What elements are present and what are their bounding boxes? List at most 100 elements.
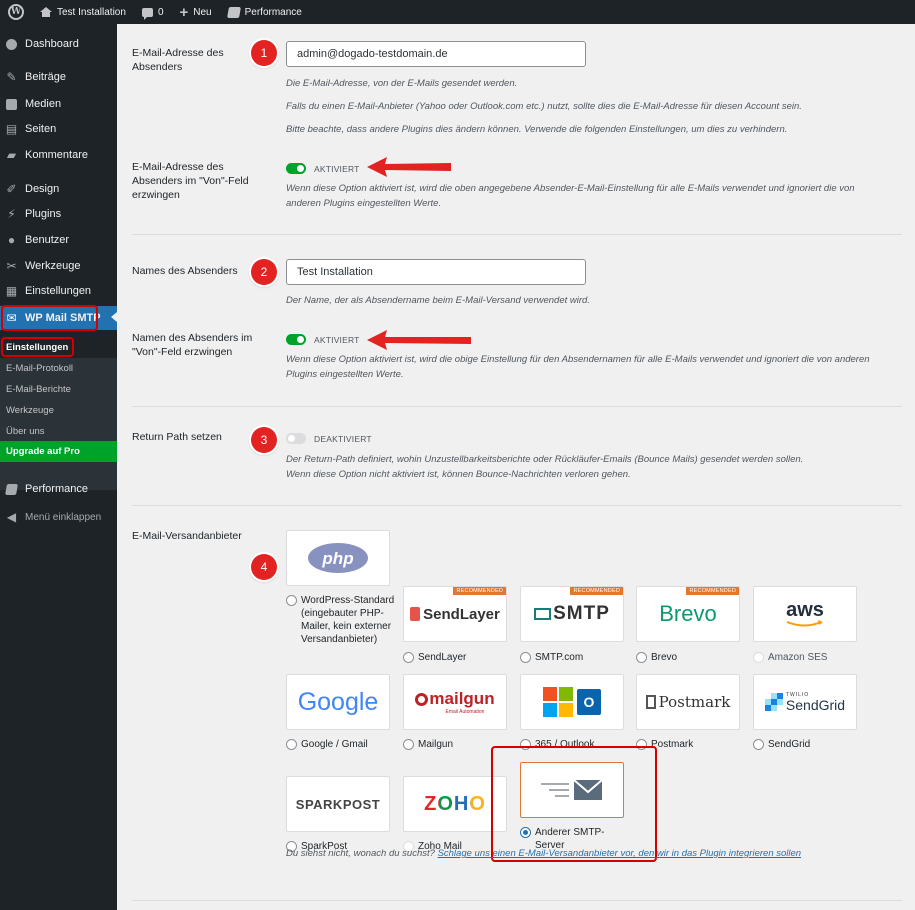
sidebar-item-posts[interactable]: ✎ Beiträge: [0, 66, 117, 88]
mailer-card-brevo[interactable]: RECOMMENDED Brevo: [636, 586, 740, 642]
mailer-card-mailgun[interactable]: mailgun Email Automation: [403, 674, 507, 730]
mailer-option-smtpcom[interactable]: SMTP.com: [520, 651, 583, 664]
sidebar-item-settings[interactable]: ▦ Einstellungen: [0, 280, 117, 302]
performance-link[interactable]: Performance: [220, 0, 310, 24]
comment-icon: [141, 7, 153, 20]
sendlayer-logo-icon: [410, 607, 421, 621]
separator: [132, 505, 902, 506]
force-email-state: AKTIVIERT: [314, 164, 360, 174]
submenu-item-email-reports[interactable]: E-Mail-Berichte: [6, 384, 71, 395]
mailer-card-amazon-ses[interactable]: aws: [753, 586, 857, 642]
submenu: [0, 358, 117, 490]
sidebar-item-design[interactable]: ✐ Design: [0, 178, 117, 200]
pin-icon: ✎: [6, 70, 17, 84]
annotation-arrow: [367, 157, 451, 177]
mailer-option-mailgun[interactable]: Mailgun: [403, 738, 453, 751]
separator: [132, 406, 902, 407]
force-email-desc: Wenn diese Option aktiviert ist, wird di…: [286, 183, 855, 209]
comments-count: 0: [157, 6, 164, 18]
mailer-card-google[interactable]: Google: [286, 674, 390, 730]
envelope-icon: [534, 608, 552, 620]
force-name-desc: Wenn diese Option aktiviert ist, wird di…: [286, 354, 870, 380]
from-name-input[interactable]: Test Installation: [286, 259, 586, 285]
mailer-card-sendgrid[interactable]: TWILIO SendGrid: [753, 674, 857, 730]
microsoft-logo-icon: [543, 687, 573, 717]
new-label: Neu: [193, 6, 212, 18]
highlight-box: [1, 305, 98, 331]
annotation-3: 3: [251, 427, 277, 453]
mailer-suggest-note: Du siehst nicht, wonach du suchst? Schla…: [286, 848, 802, 859]
php-logo-icon: php: [308, 543, 368, 573]
mailer-radio-sendgrid[interactable]: [753, 739, 764, 750]
comment-icon: ▰: [6, 148, 17, 162]
mailer-radio-sendlayer[interactable]: [403, 652, 414, 663]
mailer-radio-google[interactable]: [286, 739, 297, 750]
new-content-link[interactable]: + Neu: [172, 0, 220, 24]
mailer-card-sendlayer[interactable]: RECOMMENDED SendLayer: [403, 586, 507, 642]
brush-icon: ✐: [6, 182, 17, 196]
pages-icon: ▤: [5, 122, 18, 136]
force-email-label: E-Mail-Adresse des Absenders im "Von"-Fe…: [132, 161, 249, 201]
separator: [132, 234, 902, 235]
mailer-card-php[interactable]: php: [286, 530, 390, 586]
from-email-desc-3: Bitte beachte, dass andere Plugins dies …: [286, 124, 788, 135]
mailer-radio-php[interactable]: [286, 595, 297, 606]
mailer-option-sendlayer[interactable]: SendLayer: [403, 651, 466, 664]
sidebar-item-plugins[interactable]: ⚡ Plugins: [0, 203, 117, 225]
svg-text:php: php: [321, 549, 353, 568]
site-name-link[interactable]: Test Installation: [32, 0, 134, 24]
sendgrid-logo-icon: [764, 693, 783, 711]
return-path-state: DEAKTIVIERT: [314, 434, 372, 444]
upgrade-to-pro-link[interactable]: Upgrade auf Pro: [0, 441, 117, 462]
mailer-card-outlook[interactable]: O: [520, 674, 624, 730]
force-name-toggle[interactable]: [286, 334, 306, 345]
mailer-radio-amazon-ses[interactable]: [753, 652, 764, 663]
sidebar-item-performance[interactable]: Performance: [0, 478, 117, 500]
comments-link[interactable]: 0: [134, 0, 172, 24]
mailer-card-sparkpost[interactable]: SPARKPOST: [286, 776, 390, 832]
mailer-card-smtpcom[interactable]: RECOMMENDED SMTP: [520, 586, 624, 642]
from-email-label: E-Mail-Adresse des Absenders: [132, 47, 224, 73]
home-icon: [40, 7, 52, 17]
submenu-item-email-log[interactable]: E-Mail-Protokoll: [6, 363, 73, 374]
sidebar-item-users[interactable]: ● Benutzer: [0, 229, 117, 251]
suggest-mailer-link[interactable]: Schlage uns einen E-Mail-Versandanbieter…: [438, 848, 802, 859]
collapse-icon: ◀: [6, 510, 17, 524]
mailer-option-amazon-ses[interactable]: Amazon SES: [753, 651, 827, 664]
sidebar-item-tools[interactable]: ✂ Werkzeuge: [0, 255, 117, 277]
performance-icon: [226, 6, 241, 18]
mailer-card-postmark[interactable]: Postmark: [636, 674, 740, 730]
collapse-menu-button[interactable]: ◀ Menü einklappen: [0, 506, 117, 528]
plus-icon: +: [179, 3, 189, 21]
aws-logo: aws: [786, 599, 824, 621]
postmark-logo-icon: [645, 695, 656, 709]
sidebar-item-pages[interactable]: ▤ Seiten: [0, 118, 117, 140]
mailer-radio-mailgun[interactable]: [403, 739, 414, 750]
user-icon: ●: [7, 233, 16, 247]
return-path-desc-1: Der Return-Path definiert, wohin Unzuste…: [286, 454, 804, 465]
force-name-state: AKTIVIERT: [314, 335, 360, 345]
mailer-option-sendgrid[interactable]: SendGrid: [753, 738, 810, 751]
mailer-option-php[interactable]: WordPress-Standard (eingebauter PHP-Mail…: [286, 594, 396, 646]
recommended-badge: RECOMMENDED: [570, 587, 623, 595]
sidebar-item-comments[interactable]: ▰ Kommentare: [0, 144, 117, 166]
mailer-radio-brevo[interactable]: [636, 652, 647, 663]
admin-sidebar: Dashboard ✎ Beiträge Medien ▤ Seiten ▰ Komm…: [0, 24, 117, 910]
mailer-radio-smtpcom[interactable]: [520, 652, 531, 663]
mailer-option-google[interactable]: Google / Gmail: [286, 738, 368, 751]
mailgun-logo-icon: [415, 692, 429, 706]
submenu-item-tools[interactable]: Werkzeuge: [6, 405, 54, 416]
annotation-1: 1: [251, 40, 277, 66]
admin-bar: W Test Installation 0 + Neu Performance: [0, 0, 915, 24]
sidebar-item-dashboard[interactable]: Dashboard: [0, 33, 117, 55]
wrench-icon: ✂: [6, 259, 17, 273]
wordpress-logo-button[interactable]: W: [0, 0, 32, 24]
sidebar-item-media[interactable]: Medien: [0, 93, 117, 115]
return-path-toggle[interactable]: [286, 433, 306, 444]
force-email-toggle[interactable]: [286, 163, 306, 174]
submenu-item-about[interactable]: Über uns: [6, 426, 45, 437]
mailer-option-brevo[interactable]: Brevo: [636, 651, 677, 664]
from-email-input[interactable]: admin@dogado-testdomain.de: [286, 41, 586, 67]
force-name-label: Namen des Absenders im "Von"-Feld erzwin…: [132, 332, 253, 358]
from-name-label: Names des Absenders: [132, 265, 238, 277]
